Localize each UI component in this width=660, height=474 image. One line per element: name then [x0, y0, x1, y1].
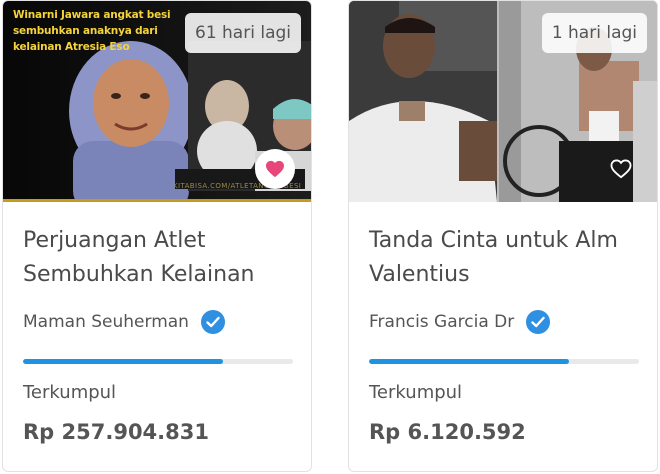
- funding-progress-fill: [369, 359, 569, 364]
- collected-amount: Rp 257.904.831: [23, 420, 209, 444]
- author-row: Francis Garcia Dr: [369, 310, 551, 334]
- author-name[interactable]: Francis Garcia Dr: [369, 312, 514, 332]
- author-row: Maman Seuherman: [23, 310, 225, 334]
- verified-icon: [526, 310, 551, 334]
- campaign-banner-text: Winarni Jawara angkat besi sembuhkan ana…: [13, 9, 171, 53]
- campaign-card[interactable]: 1 hari lagi Tanda Cinta untuk Alm Valent…: [348, 0, 658, 472]
- campaign-image[interactable]: 1 hari lagi: [349, 1, 657, 202]
- days-left-badge: 1 hari lagi: [541, 13, 647, 53]
- author-name[interactable]: Maman Seuherman: [23, 312, 189, 332]
- heart-outline-icon: [610, 159, 632, 179]
- heart-filled-icon: [266, 160, 284, 178]
- campaign-card[interactable]: Winarni Jawara angkat besi sembuhkan ana…: [2, 0, 312, 472]
- favorite-button[interactable]: [255, 149, 295, 189]
- campaign-title[interactable]: Perjuangan Atlet Sembuhkan Kelainan: [23, 224, 293, 292]
- verified-icon: [200, 310, 225, 334]
- days-left-badge: 61 hari lagi: [185, 13, 301, 53]
- collected-label: Terkumpul: [369, 382, 463, 403]
- funding-progress-fill: [23, 359, 223, 364]
- campaign-image[interactable]: Winarni Jawara angkat besi sembuhkan ana…: [3, 1, 311, 202]
- favorite-button[interactable]: [601, 149, 641, 189]
- funding-progress-bar: [369, 359, 639, 364]
- funding-progress-bar: [23, 359, 293, 364]
- collected-amount: Rp 6.120.592: [369, 420, 526, 444]
- campaign-title[interactable]: Tanda Cinta untuk Alm Valentius: [369, 224, 639, 292]
- collected-label: Terkumpul: [23, 382, 117, 403]
